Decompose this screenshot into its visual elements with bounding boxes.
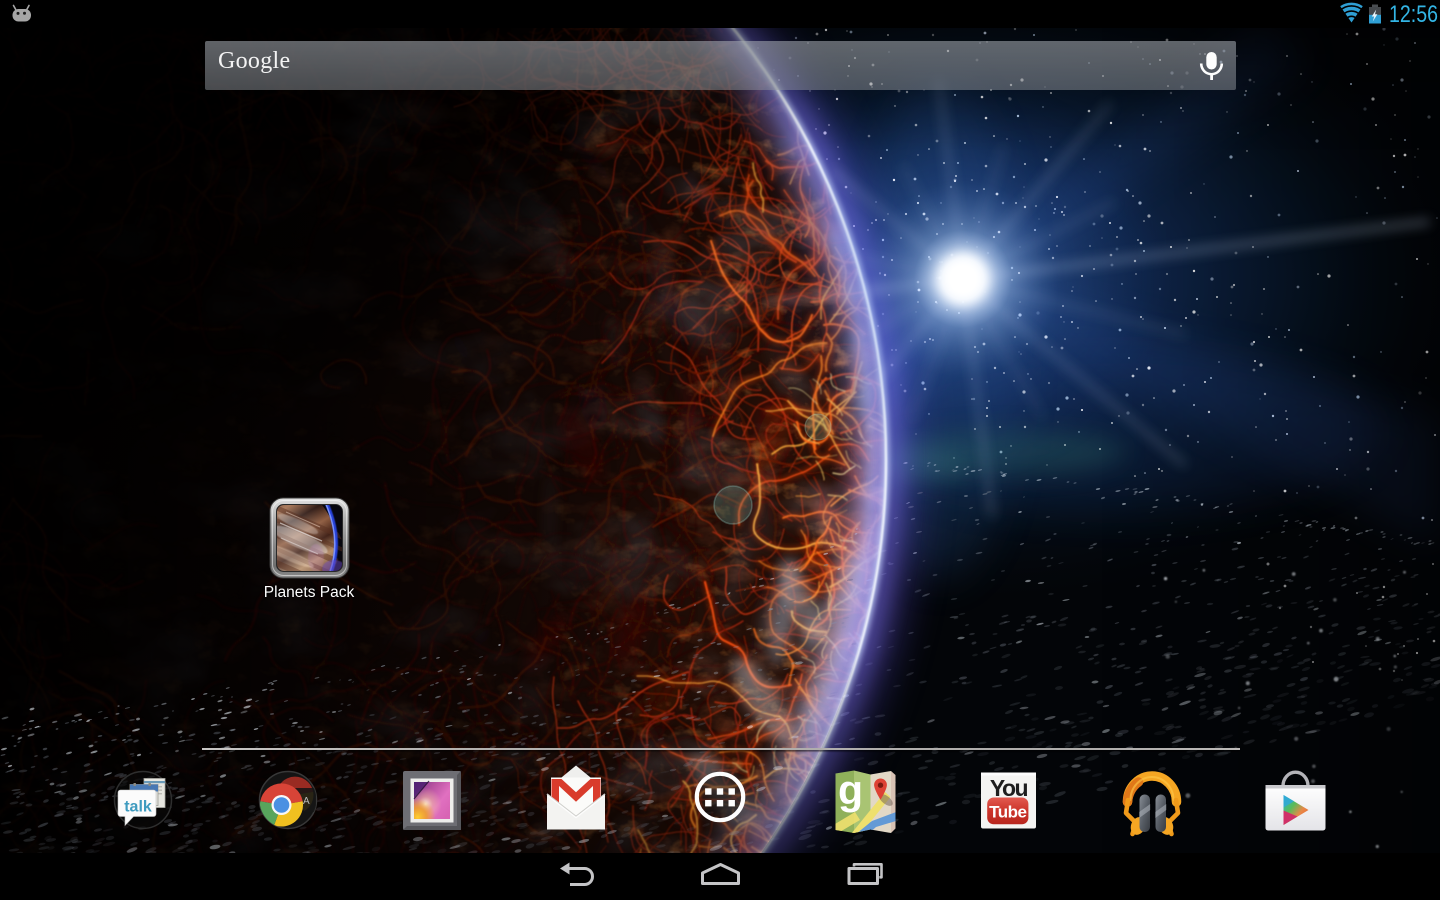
svg-text:A: A bbox=[303, 796, 310, 807]
svg-text:You: You bbox=[990, 775, 1028, 801]
svg-text:g: g bbox=[838, 767, 863, 813]
svg-text:talk: talk bbox=[124, 799, 152, 816]
svg-text:Tube: Tube bbox=[989, 803, 1026, 822]
svg-text:12:56: 12:56 bbox=[1389, 1, 1438, 28]
